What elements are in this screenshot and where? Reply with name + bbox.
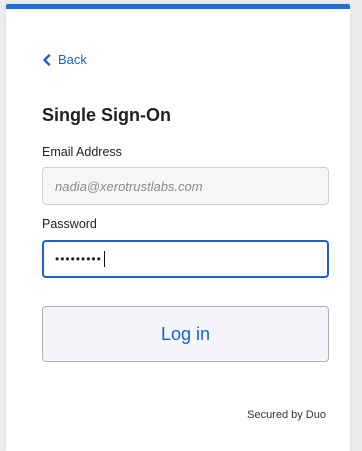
accent-top-bar <box>6 4 350 9</box>
email-field[interactable]: nadia@xerotrustlabs.com <box>42 167 329 205</box>
password-label: Password <box>42 217 97 231</box>
password-masked-value: ••••••••• <box>55 252 102 266</box>
secured-by-text: Secured by Duo <box>247 409 326 421</box>
email-value: nadia@xerotrustlabs.com <box>55 178 203 194</box>
back-link[interactable]: Back <box>42 52 87 67</box>
chevron-left-icon <box>42 53 52 66</box>
page-title: Single Sign-On <box>42 105 171 125</box>
login-button[interactable]: Log in <box>42 306 329 362</box>
email-label: Email Address <box>42 145 122 159</box>
password-field[interactable]: ••••••••• <box>42 240 329 278</box>
text-caret <box>103 251 105 267</box>
back-label: Back <box>58 52 87 67</box>
sso-card: Back Single Sign-On Email Address nadia@… <box>6 4 350 451</box>
